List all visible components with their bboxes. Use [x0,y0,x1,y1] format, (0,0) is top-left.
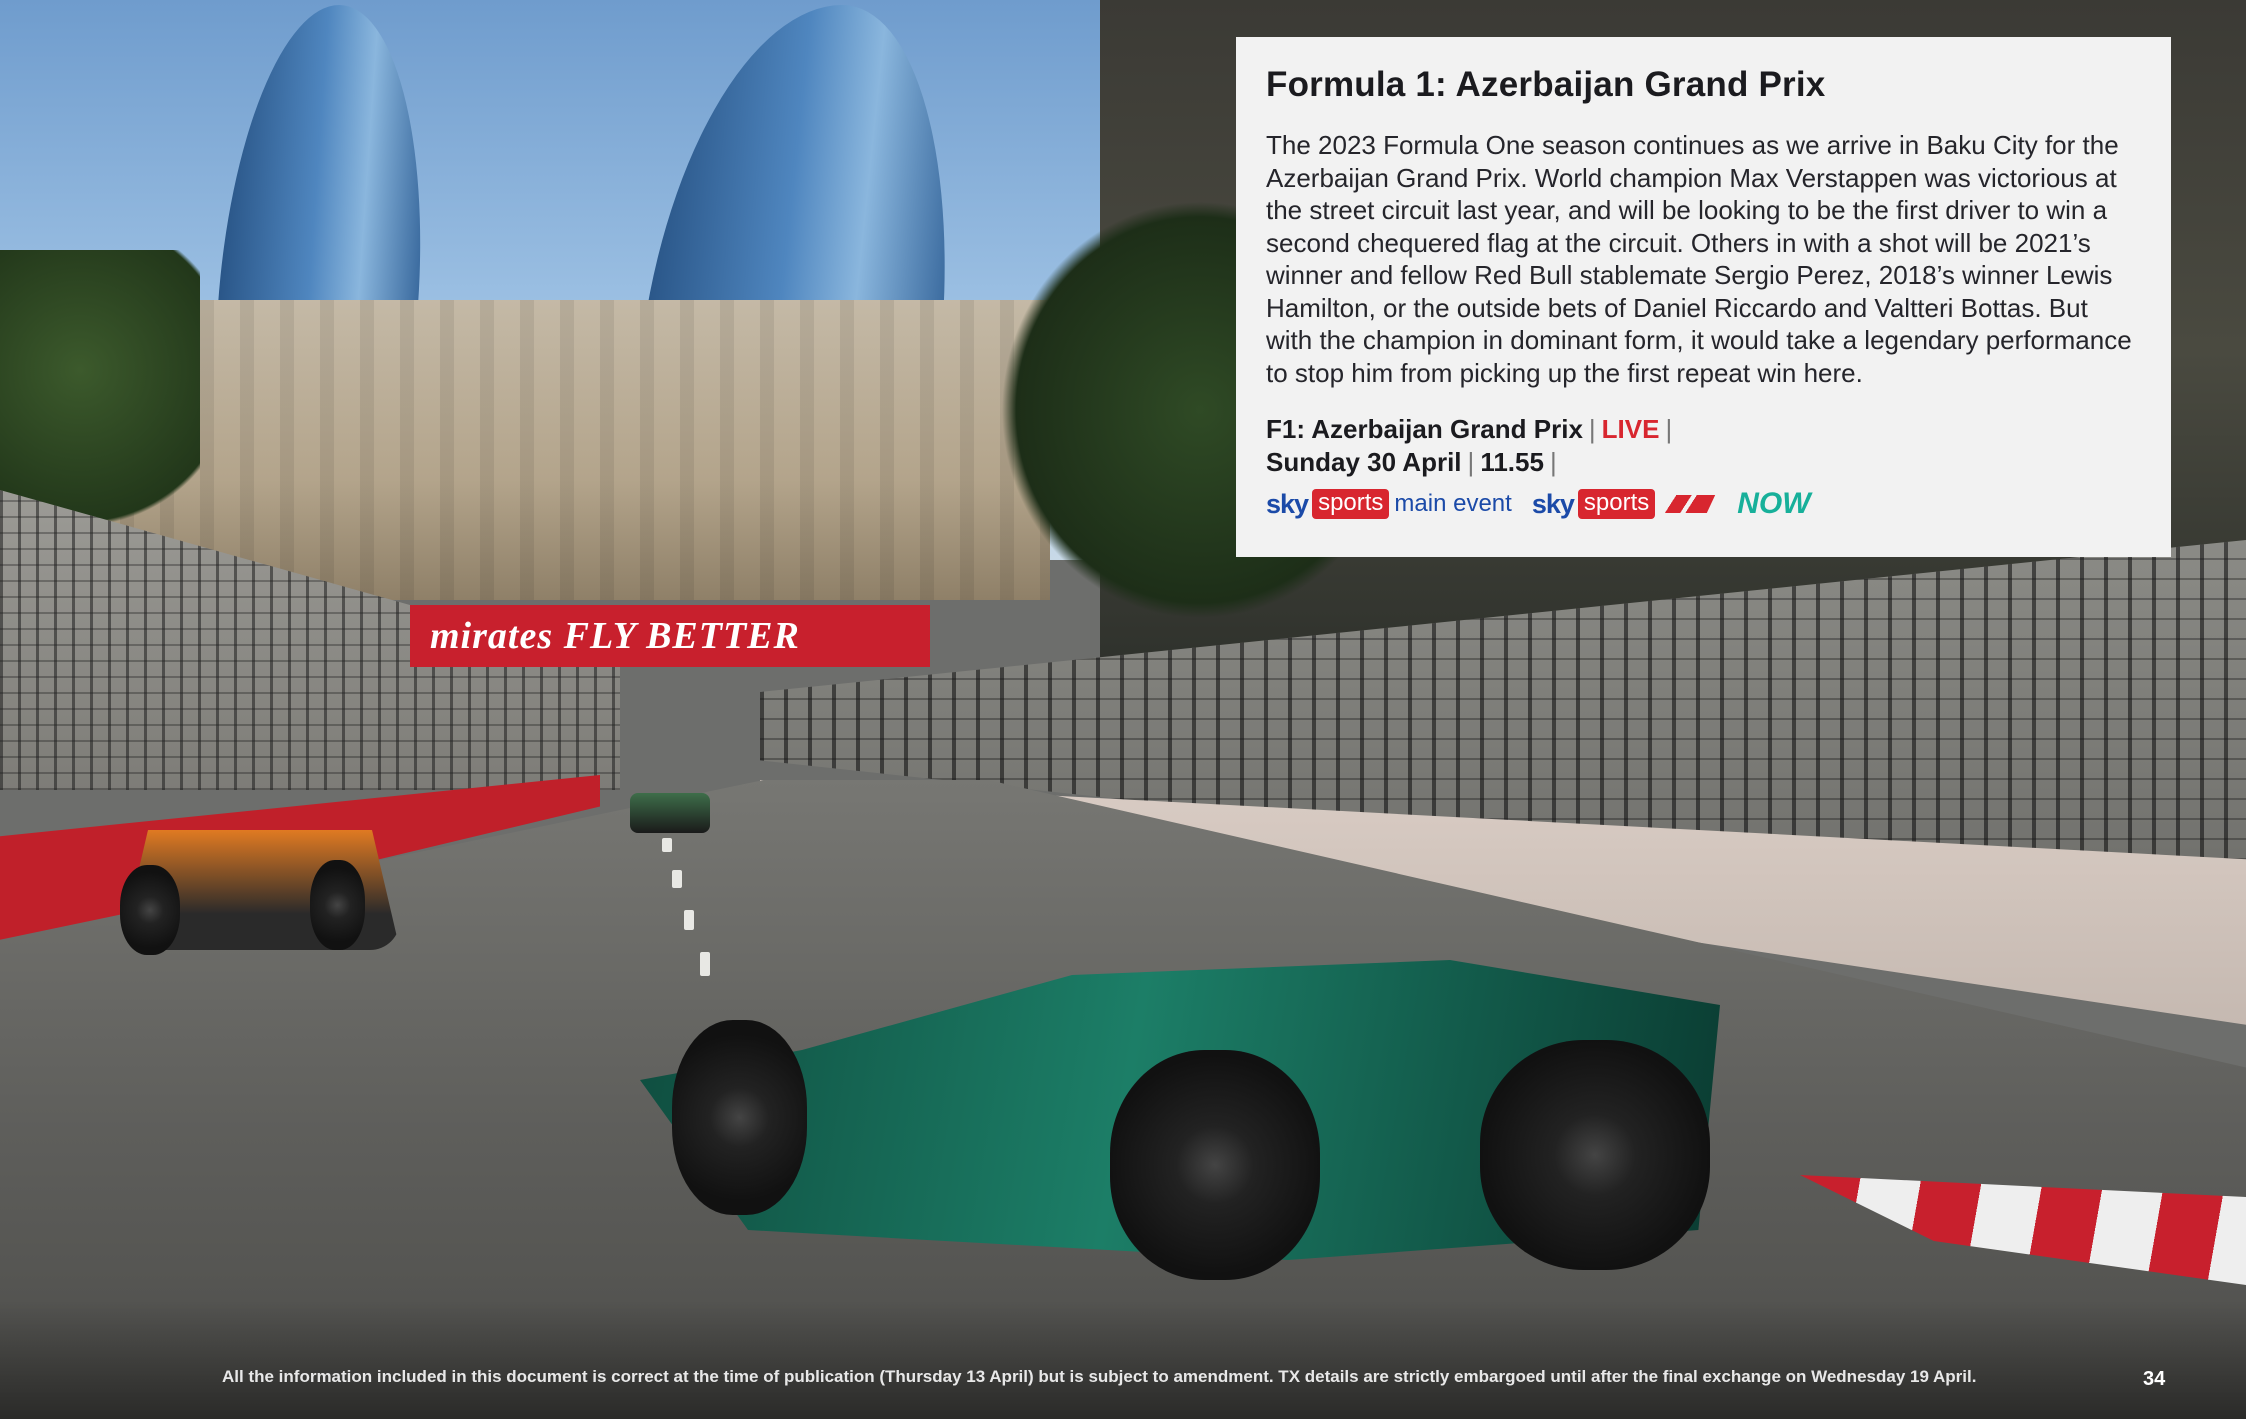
disclaimer-text: All the information included in this doc… [222,1367,1977,1386]
sponsor-banner: mirates FLY BETTER [410,605,930,667]
sky-wordmark: sky [1531,488,1575,519]
now-logo: NOW [1731,487,1810,521]
bottom-shade [0,1300,2246,1419]
separator: | [1665,414,1673,444]
sky-sports-main-event-logo: sky sports main event [1266,489,1512,520]
green-car-wheel [672,1020,807,1215]
sky-sports-f1-logo: sky sports [1531,488,1716,520]
sky-wordmark: sky [1266,488,1309,519]
listing-event: F1: Azerbaijan Grand Prix [1266,414,1583,444]
orange-car-wheel [310,860,365,950]
green-car-wheel [1110,1050,1320,1280]
orange-car-wheel [120,865,180,955]
event-info-card: Formula 1: Azerbaijan Grand Prix The 202… [1236,37,2171,557]
live-label: LIVE [1601,414,1660,444]
listing-line-1: F1: Azerbaijan Grand Prix | LIVE | [1266,413,2141,446]
f1-logo-icon [1659,495,1716,513]
sports-wordmark: sports [1577,489,1656,519]
channel-logos: sky sports main event sky sports NOW [1266,484,2141,524]
green-car-wheel [1480,1040,1710,1270]
listing-date: Sunday 30 April [1266,446,1462,477]
event-title: Formula 1: Azerbaijan Grand Prix [1266,65,1826,104]
event-description: The 2023 Formula One season continues as… [1266,130,2132,388]
lane-dash [662,838,672,852]
page-number: 34 [2143,1368,2166,1390]
distant-race-car [630,793,710,833]
sports-wordmark: sports [1312,489,1390,519]
listing-time: 11.55 [1480,446,1544,477]
separator: | [1549,446,1557,477]
lane-dash [672,870,682,888]
separator: | [1588,414,1596,444]
listing-line-2: Sunday 30 April | 11.55 | [1266,446,2141,479]
lane-dash [700,952,710,976]
main-event-wordmark: main event [1394,490,1512,517]
broadcast-listing: F1: Azerbaijan Grand Prix | LIVE | Sunday 3… [1266,413,2141,478]
now-wordmark: NOW [1737,487,1811,520]
separator: | [1467,446,1475,477]
lane-dash [684,910,694,930]
